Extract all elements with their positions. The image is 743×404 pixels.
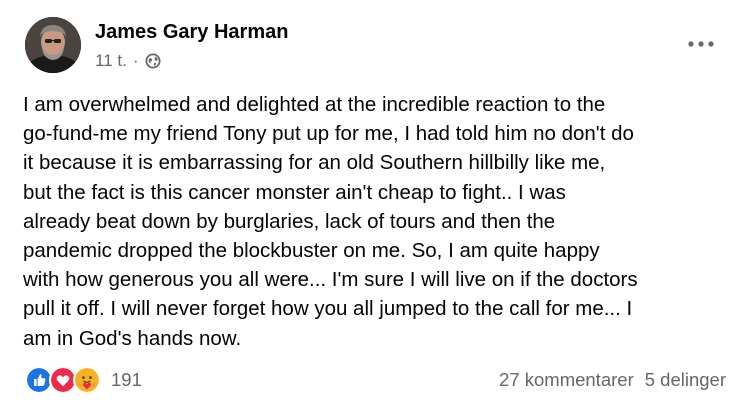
comments-count-link[interactable]: 27 kommentarer [499, 369, 634, 391]
avatar-photo [25, 17, 81, 73]
post-stats: 27 kommentarer 5 delinger [499, 369, 726, 391]
feed-post: James Gary Harman 11 t. · I am overwhelm… [0, 0, 743, 404]
shares-count-link[interactable]: 5 delinger [645, 369, 726, 391]
care-icon [73, 366, 101, 394]
reaction-count: 191 [111, 369, 142, 390]
meta-separator: · [132, 51, 139, 70]
reactions-summary[interactable]: 191 [25, 366, 142, 394]
post-meta: 11 t. · [95, 51, 161, 71]
more-options-icon[interactable] [683, 32, 719, 56]
post-timestamp[interactable]: 11 t. [95, 51, 127, 71]
author-name[interactable]: James Gary Harman [95, 20, 288, 44]
author-avatar[interactable] [25, 17, 81, 73]
globe-icon[interactable] [145, 53, 161, 69]
reaction-icons [25, 366, 101, 394]
post-body-text: I am overwhelmed and delighted at the in… [23, 93, 638, 350]
post-footer: 191 27 kommentarer 5 delinger [25, 366, 726, 394]
